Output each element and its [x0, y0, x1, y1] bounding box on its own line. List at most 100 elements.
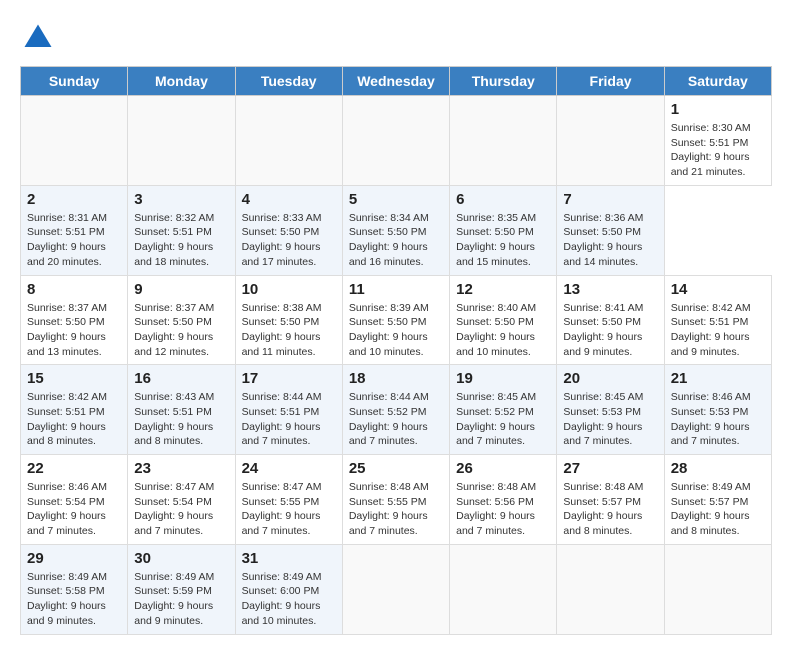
calendar-day-4: 4 Sunrise: 8:33 AMSunset: 5:50 PMDayligh…	[235, 185, 342, 275]
calendar-day-12: 12 Sunrise: 8:40 AMSunset: 5:50 PMDaylig…	[450, 275, 557, 365]
empty-cell	[450, 544, 557, 634]
calendar-day-22: 22 Sunrise: 8:46 AMSunset: 5:54 PMDaylig…	[21, 455, 128, 545]
empty-cell	[664, 544, 771, 634]
day-info: Sunrise: 8:37 AMSunset: 5:50 PMDaylight:…	[27, 301, 121, 360]
day-info: Sunrise: 8:39 AMSunset: 5:50 PMDaylight:…	[349, 301, 443, 360]
day-header-tuesday: Tuesday	[235, 67, 342, 96]
day-number: 13	[563, 281, 657, 298]
calendar-week-5: 22 Sunrise: 8:46 AMSunset: 5:54 PMDaylig…	[21, 455, 772, 545]
day-number: 9	[134, 281, 228, 298]
day-number: 27	[563, 460, 657, 477]
day-info: Sunrise: 8:46 AMSunset: 5:53 PMDaylight:…	[671, 390, 765, 449]
day-info: Sunrise: 8:49 AMSunset: 5:57 PMDaylight:…	[671, 480, 765, 539]
calendar-week-3: 8 Sunrise: 8:37 AMSunset: 5:50 PMDayligh…	[21, 275, 772, 365]
calendar-day-15: 15 Sunrise: 8:42 AMSunset: 5:51 PMDaylig…	[21, 365, 128, 455]
page-header	[20, 20, 772, 56]
calendar-day-20: 20 Sunrise: 8:45 AMSunset: 5:53 PMDaylig…	[557, 365, 664, 455]
calendar-day-18: 18 Sunrise: 8:44 AMSunset: 5:52 PMDaylig…	[342, 365, 449, 455]
day-info: Sunrise: 8:45 AMSunset: 5:53 PMDaylight:…	[563, 390, 657, 449]
day-number: 23	[134, 460, 228, 477]
calendar-day-2: 2 Sunrise: 8:31 AMSunset: 5:51 PMDayligh…	[21, 185, 128, 275]
day-number: 19	[456, 370, 550, 387]
day-number: 20	[563, 370, 657, 387]
day-number: 22	[27, 460, 121, 477]
day-info: Sunrise: 8:49 AMSunset: 5:59 PMDaylight:…	[134, 570, 228, 629]
day-number: 24	[242, 460, 336, 477]
day-number: 31	[242, 550, 336, 567]
day-header-friday: Friday	[557, 67, 664, 96]
calendar-day-16: 16 Sunrise: 8:43 AMSunset: 5:51 PMDaylig…	[128, 365, 235, 455]
day-header-sunday: Sunday	[21, 67, 128, 96]
empty-cell	[342, 544, 449, 634]
day-info: Sunrise: 8:44 AMSunset: 5:52 PMDaylight:…	[349, 390, 443, 449]
empty-cell	[21, 96, 128, 186]
calendar-day-26: 26 Sunrise: 8:48 AMSunset: 5:56 PMDaylig…	[450, 455, 557, 545]
calendar-day-6: 6 Sunrise: 8:35 AMSunset: 5:50 PMDayligh…	[450, 185, 557, 275]
day-number: 15	[27, 370, 121, 387]
calendar-day-17: 17 Sunrise: 8:44 AMSunset: 5:51 PMDaylig…	[235, 365, 342, 455]
day-info: Sunrise: 8:43 AMSunset: 5:51 PMDaylight:…	[134, 390, 228, 449]
empty-cell	[450, 96, 557, 186]
empty-cell	[342, 96, 449, 186]
day-info: Sunrise: 8:41 AMSunset: 5:50 PMDaylight:…	[563, 301, 657, 360]
day-header-wednesday: Wednesday	[342, 67, 449, 96]
calendar-day-14: 14 Sunrise: 8:42 AMSunset: 5:51 PMDaylig…	[664, 275, 771, 365]
day-info: Sunrise: 8:46 AMSunset: 5:54 PMDaylight:…	[27, 480, 121, 539]
day-number: 6	[456, 191, 550, 208]
day-info: Sunrise: 8:34 AMSunset: 5:50 PMDaylight:…	[349, 211, 443, 270]
calendar-day-25: 25 Sunrise: 8:48 AMSunset: 5:55 PMDaylig…	[342, 455, 449, 545]
calendar-day-13: 13 Sunrise: 8:41 AMSunset: 5:50 PMDaylig…	[557, 275, 664, 365]
day-info: Sunrise: 8:30 AMSunset: 5:51 PMDaylight:…	[671, 121, 765, 180]
calendar-day-11: 11 Sunrise: 8:39 AMSunset: 5:50 PMDaylig…	[342, 275, 449, 365]
empty-cell	[128, 96, 235, 186]
day-info: Sunrise: 8:38 AMSunset: 5:50 PMDaylight:…	[242, 301, 336, 360]
day-info: Sunrise: 8:47 AMSunset: 5:54 PMDaylight:…	[134, 480, 228, 539]
day-number: 10	[242, 281, 336, 298]
calendar-day-27: 27 Sunrise: 8:48 AMSunset: 5:57 PMDaylig…	[557, 455, 664, 545]
day-number: 1	[671, 101, 765, 118]
day-info: Sunrise: 8:40 AMSunset: 5:50 PMDaylight:…	[456, 301, 550, 360]
day-info: Sunrise: 8:49 AMSunset: 5:58 PMDaylight:…	[27, 570, 121, 629]
day-header-saturday: Saturday	[664, 67, 771, 96]
calendar-day-10: 10 Sunrise: 8:38 AMSunset: 5:50 PMDaylig…	[235, 275, 342, 365]
day-info: Sunrise: 8:31 AMSunset: 5:51 PMDaylight:…	[27, 211, 121, 270]
calendar-week-6: 29 Sunrise: 8:49 AMSunset: 5:58 PMDaylig…	[21, 544, 772, 634]
calendar-body: 1 Sunrise: 8:30 AMSunset: 5:51 PMDayligh…	[21, 96, 772, 635]
calendar-day-24: 24 Sunrise: 8:47 AMSunset: 5:55 PMDaylig…	[235, 455, 342, 545]
calendar-day-7: 7 Sunrise: 8:36 AMSunset: 5:50 PMDayligh…	[557, 185, 664, 275]
day-number: 16	[134, 370, 228, 387]
day-number: 17	[242, 370, 336, 387]
calendar-day-28: 28 Sunrise: 8:49 AMSunset: 5:57 PMDaylig…	[664, 455, 771, 545]
empty-cell	[557, 544, 664, 634]
day-info: Sunrise: 8:42 AMSunset: 5:51 PMDaylight:…	[27, 390, 121, 449]
logo-icon	[20, 20, 56, 56]
day-header-thursday: Thursday	[450, 67, 557, 96]
day-info: Sunrise: 8:37 AMSunset: 5:50 PMDaylight:…	[134, 301, 228, 360]
calendar-day-30: 30 Sunrise: 8:49 AMSunset: 5:59 PMDaylig…	[128, 544, 235, 634]
day-info: Sunrise: 8:42 AMSunset: 5:51 PMDaylight:…	[671, 301, 765, 360]
day-number: 28	[671, 460, 765, 477]
calendar-week-1: 1 Sunrise: 8:30 AMSunset: 5:51 PMDayligh…	[21, 96, 772, 186]
day-number: 18	[349, 370, 443, 387]
calendar-day-21: 21 Sunrise: 8:46 AMSunset: 5:53 PMDaylig…	[664, 365, 771, 455]
day-number: 2	[27, 191, 121, 208]
day-info: Sunrise: 8:48 AMSunset: 5:56 PMDaylight:…	[456, 480, 550, 539]
day-number: 7	[563, 191, 657, 208]
day-number: 5	[349, 191, 443, 208]
day-info: Sunrise: 8:49 AMSunset: 6:00 PMDaylight:…	[242, 570, 336, 629]
calendar-day-9: 9 Sunrise: 8:37 AMSunset: 5:50 PMDayligh…	[128, 275, 235, 365]
calendar-day-29: 29 Sunrise: 8:49 AMSunset: 5:58 PMDaylig…	[21, 544, 128, 634]
day-info: Sunrise: 8:47 AMSunset: 5:55 PMDaylight:…	[242, 480, 336, 539]
day-number: 25	[349, 460, 443, 477]
day-number: 11	[349, 281, 443, 298]
day-number: 30	[134, 550, 228, 567]
empty-cell	[557, 96, 664, 186]
calendar-week-4: 15 Sunrise: 8:42 AMSunset: 5:51 PMDaylig…	[21, 365, 772, 455]
calendar-week-2: 2 Sunrise: 8:31 AMSunset: 5:51 PMDayligh…	[21, 185, 772, 275]
day-number: 12	[456, 281, 550, 298]
day-number: 8	[27, 281, 121, 298]
day-info: Sunrise: 8:33 AMSunset: 5:50 PMDaylight:…	[242, 211, 336, 270]
calendar-day-23: 23 Sunrise: 8:47 AMSunset: 5:54 PMDaylig…	[128, 455, 235, 545]
day-info: Sunrise: 8:48 AMSunset: 5:57 PMDaylight:…	[563, 480, 657, 539]
calendar-day-31: 31 Sunrise: 8:49 AMSunset: 6:00 PMDaylig…	[235, 544, 342, 634]
